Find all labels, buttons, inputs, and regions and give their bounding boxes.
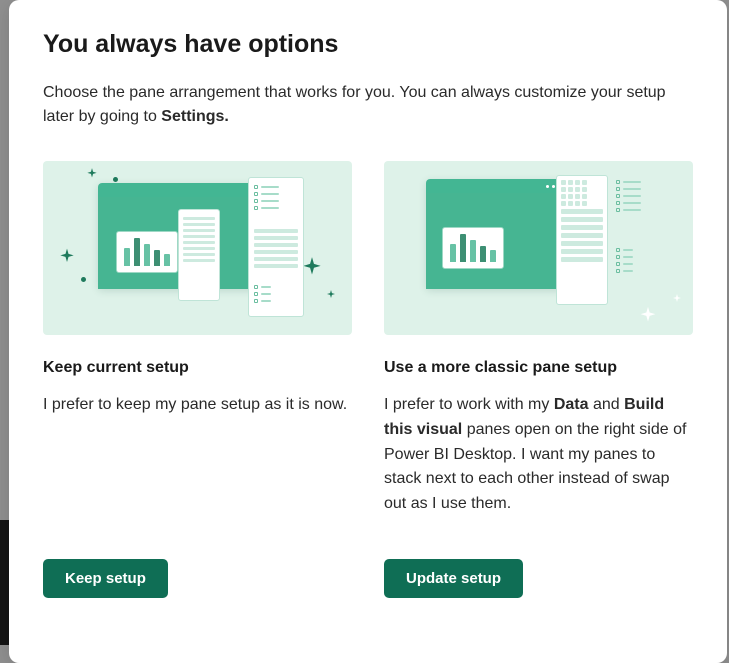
desc-text: I prefer to work with my [384,396,554,413]
sparkle-icon [325,289,337,301]
dialog-title: You always have options [43,30,693,59]
option-keep-current: Keep current setup I prefer to keep my p… [43,161,352,598]
option-classic-title: Use a more classic pane setup [384,359,693,377]
keep-setup-button[interactable]: Keep setup [43,559,168,598]
subtitle-text: Choose the pane arrangement that works f… [43,84,666,125]
sparkle-icon [671,293,683,305]
window-titlebar-icon [98,183,268,197]
dialog-subtitle: Choose the pane arrangement that works f… [43,81,693,129]
sparkle-icon [637,305,659,327]
sparkle-icon [57,247,77,267]
background-app-edge [0,520,9,645]
app-window-icon [426,179,566,289]
window-titlebar-icon [426,179,566,193]
update-setup-button[interactable]: Update setup [384,559,523,598]
bar-chart-icon [442,227,504,269]
option-classic-setup: Use a more classic pane setup I prefer t… [384,161,693,598]
bar-chart-icon [116,231,178,273]
sparkle-icon [85,167,99,181]
middle-panel-icon [556,175,608,305]
classic-setup-illustration [384,161,693,335]
desc-text: and [589,396,625,413]
side-panel-icon [248,177,304,317]
option-keep-title: Keep current setup [43,359,352,377]
button-row: Update setup [384,559,693,598]
floating-panel-icon [178,209,220,301]
desc-data-bold: Data [554,396,589,413]
subtitle-settings-bold: Settings. [161,108,229,125]
options-row: Keep current setup I prefer to keep my p… [43,161,693,598]
pane-options-dialog: You always have options Choose the pane … [9,0,727,663]
sparkle-dot-icon [113,177,118,182]
sparkle-dot-icon [81,277,86,282]
keep-setup-illustration [43,161,352,335]
option-classic-description: I prefer to work with my Data and Build … [384,393,693,517]
option-keep-description: I prefer to keep my pane setup as it is … [43,393,352,517]
right-panel-icon [614,175,662,305]
button-row: Keep setup [43,559,352,598]
